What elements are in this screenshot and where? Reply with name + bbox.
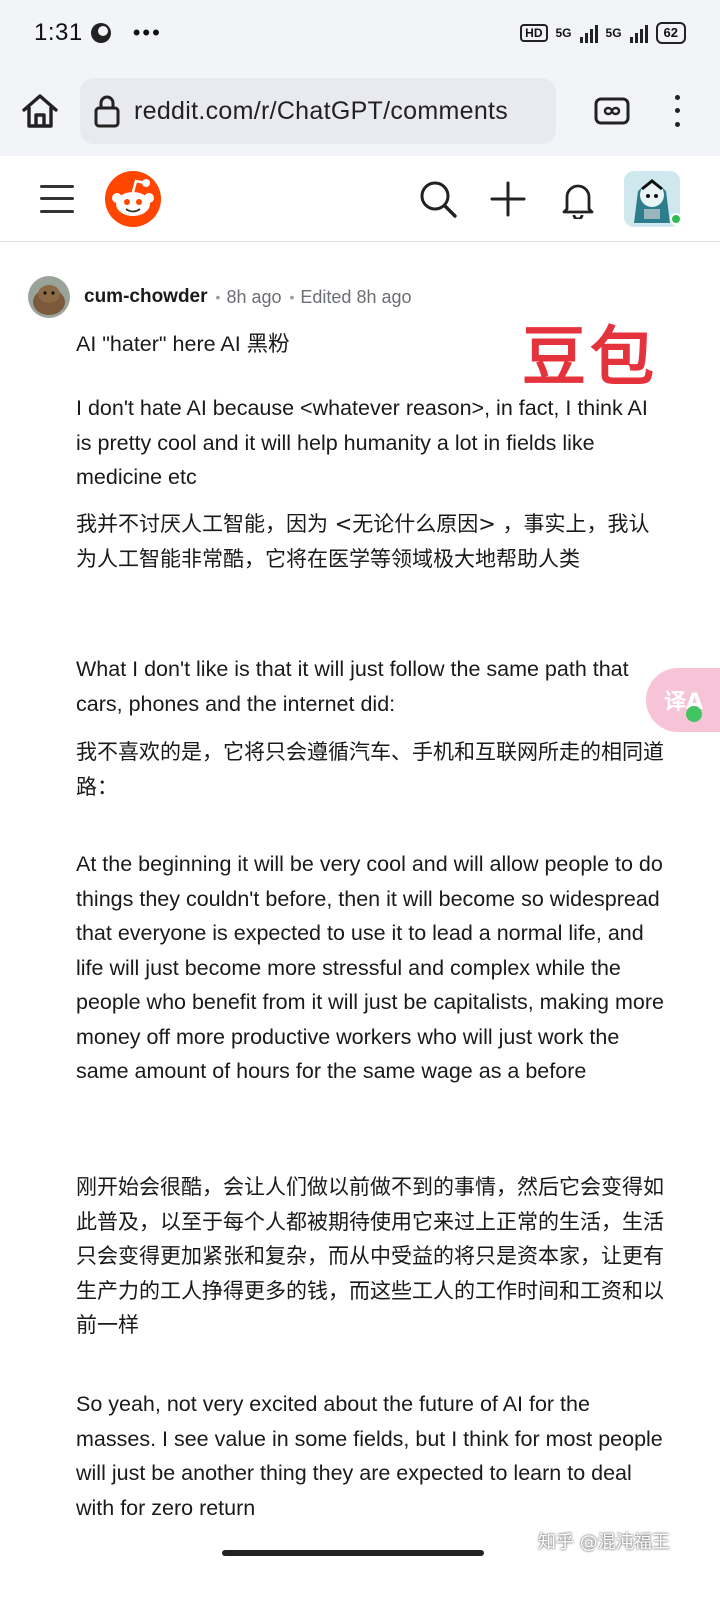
network-label-2: 5G — [605, 26, 622, 40]
comment-username[interactable]: cum-chowder — [84, 286, 208, 308]
status-more: ••• — [132, 20, 162, 45]
do-not-disturb-icon — [90, 23, 111, 43]
comment-paragraph: I don't hate AI because <whatever reason… — [76, 396, 648, 489]
reddit-header — [0, 156, 720, 242]
comment-paragraph-translation: 我并不讨厌人工智能，因为 <无论什么原因> ，事实上，我认为人工智能非常酷，它将… — [76, 512, 650, 571]
user-avatar-button[interactable] — [624, 170, 682, 227]
screen: 1:31 ••• HD 5G 5G 62 reddit.com/r/ChatGP… — [0, 0, 720, 1600]
comment-paragraph: AI "hater" here AI 黑粉 — [76, 332, 290, 356]
signal-icon — [579, 23, 598, 43]
search-icon — [420, 181, 457, 218]
online-status-dot — [670, 212, 682, 225]
network-label-1: 5G — [555, 26, 572, 40]
bell-icon — [562, 184, 594, 219]
create-post-button[interactable] — [486, 177, 530, 221]
check-badge-icon — [686, 706, 702, 722]
header-actions — [390, 170, 720, 227]
comment-paragraph: So yeah, not very excited about the futu… — [76, 1392, 663, 1520]
comment: cum-chowder • 8h ago • Edited 8h ago 豆包 … — [0, 242, 720, 1600]
home-button[interactable] — [0, 71, 80, 151]
watermark: 知乎 @混沌福王 — [538, 1532, 670, 1553]
more-vertical-icon — [674, 95, 680, 101]
notifications-button[interactable] — [556, 177, 600, 221]
comment-paragraph: What I don't like is that it will just f… — [76, 657, 629, 716]
battery-icon: 62 — [655, 22, 686, 44]
comment-paragraph-translation: 刚开始会很酷，会让人们做以前做不到的事情，然后它会变得如此普及，以至于每个人都被… — [76, 1175, 664, 1337]
browser-toolbar: reddit.com/r/ChatGPT/comments — [0, 66, 720, 156]
commenter-avatar[interactable] — [28, 276, 70, 318]
home-icon — [22, 94, 58, 128]
status-time: 1:31 — [34, 19, 83, 46]
hamburger-icon[interactable] — [40, 184, 74, 213]
signal-icon-2 — [629, 23, 648, 43]
comment-edited: Edited 8h ago — [300, 286, 412, 307]
status-right: HD 5G 5G 62 — [520, 22, 686, 44]
lock-icon — [94, 95, 120, 128]
comment-meta: cum-chowder • 8h ago • Edited 8h ago — [28, 276, 412, 318]
address-bar[interactable]: reddit.com/r/ChatGPT/comments — [80, 78, 556, 144]
tabs-button[interactable] — [592, 91, 632, 131]
reddit-snoo-icon[interactable] — [104, 170, 162, 228]
tabs-icon — [594, 97, 630, 125]
comment-paragraph-translation: 我不喜欢的是，它将只会遵循汽车、手机和互联网所走的相同道路： — [76, 740, 664, 799]
browser-menu-button[interactable] — [662, 91, 692, 131]
hd-badge: HD — [520, 24, 548, 42]
meta-separator: • — [215, 289, 221, 305]
status-bar: 1:31 ••• HD 5G 5G 62 — [0, 0, 720, 66]
comment-paragraph: At the beginning it will be very cool an… — [76, 852, 664, 1083]
home-indicator[interactable] — [222, 1550, 484, 1556]
search-button[interactable] — [416, 177, 460, 221]
capybara-avatar-icon — [28, 276, 70, 318]
plus-icon — [490, 181, 526, 216]
comment-time: 8h ago — [226, 286, 282, 307]
meta-separator: • — [289, 289, 295, 305]
url-text: reddit.com/r/ChatGPT/comments — [134, 96, 509, 125]
